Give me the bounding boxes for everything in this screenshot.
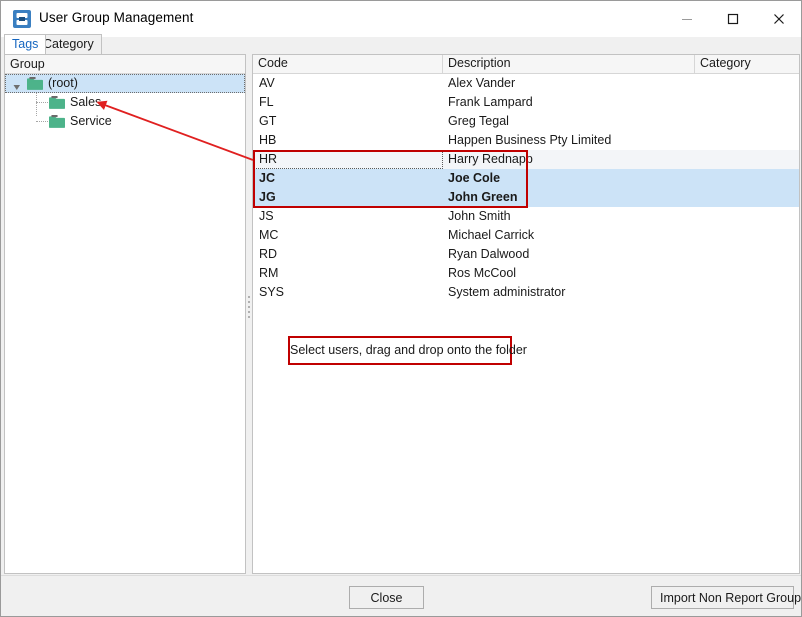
window-title: User Group Management (39, 10, 194, 25)
splitter-grip[interactable] (248, 296, 251, 324)
table-row[interactable]: JG John Green (253, 188, 799, 207)
tree-node-label: Service (70, 114, 112, 128)
tree-node-label: Sales (70, 95, 102, 109)
maximize-icon (727, 13, 739, 24)
folder-icon (27, 77, 43, 90)
column-header-code[interactable]: Code (253, 55, 443, 73)
cell-description: Greg Tegal (448, 114, 509, 128)
tab-tags[interactable]: Tags (4, 34, 47, 54)
table-row[interactable]: FL Frank Lampard (253, 93, 799, 112)
folder-icon (49, 96, 65, 109)
cell-code: RD (259, 247, 278, 261)
table-row[interactable]: SYS System administrator (253, 283, 799, 302)
cell-code: HR (253, 150, 443, 169)
minimize-icon (682, 18, 692, 20)
table-row[interactable]: MC Michael Carrick (253, 226, 799, 245)
title-bar: User Group Management (1, 1, 801, 37)
cell-code: AV (259, 76, 275, 90)
app-icon (13, 10, 31, 28)
table-row[interactable]: HR Harry Rednapp (253, 150, 799, 169)
cell-description: Joe Cole (448, 171, 501, 185)
cell-code: JC (259, 171, 275, 185)
user-group-management-window: User Group Management Tags Category Grou… (0, 0, 802, 617)
grid-header-row: Code Description Category (253, 55, 799, 74)
minimize-button[interactable] (664, 1, 710, 36)
cell-code: FL (259, 95, 274, 109)
cell-description: John Green (448, 190, 518, 204)
table-row[interactable]: RD Ryan Dalwood (253, 245, 799, 264)
column-header-description[interactable]: Description (443, 55, 695, 73)
maximize-button[interactable] (710, 1, 756, 36)
cell-description: Harry Rednapp (448, 152, 533, 166)
table-row[interactable]: AV Alex Vander (253, 74, 799, 93)
table-row[interactable]: GT Greg Tegal (253, 112, 799, 131)
collapse-triangle-icon[interactable] (13, 80, 21, 90)
cell-description: Ros McCool (448, 266, 517, 280)
cell-code: GT (259, 114, 277, 128)
cell-description: Michael Carrick (448, 228, 535, 242)
tab-strip: Tags Category (1, 34, 801, 54)
cell-code: JS (259, 209, 274, 223)
group-tree: (root) Sales Service (5, 74, 245, 131)
close-button[interactable]: Close (349, 586, 424, 609)
tree-node-label: (root) (48, 76, 78, 90)
cell-code: MC (259, 228, 279, 242)
group-column-header[interactable]: Group (5, 55, 245, 74)
table-row[interactable]: JC Joe Cole (253, 169, 799, 188)
table-row[interactable]: HB Happen Business Pty Limited (253, 131, 799, 150)
grid-body: AV Alex Vander FL Frank Lampard GT Greg Tegal… (253, 74, 799, 302)
cell-description: Ryan Dalwood (448, 247, 530, 261)
cell-code: JG (259, 190, 276, 204)
tree-node-root[interactable]: (root) (5, 74, 245, 93)
cell-description: John Smith (448, 209, 511, 223)
close-icon (774, 13, 784, 24)
folder-icon (49, 115, 65, 128)
cell-code: HB (259, 133, 277, 147)
cell-description: Alex Vander (448, 76, 516, 90)
cell-description: System administrator (448, 285, 566, 299)
close-window-button[interactable] (756, 1, 801, 36)
user-list-panel: Code Description Category AV Alex Vander F… (252, 54, 800, 574)
cell-code: SYS (259, 285, 285, 299)
cell-description: Frank Lampard (448, 95, 533, 109)
table-row[interactable]: RM Ros McCool (253, 264, 799, 283)
tree-node-service[interactable]: Service (5, 112, 245, 131)
tree-node-sales[interactable]: Sales (5, 93, 245, 112)
table-row[interactable]: JS John Smith (253, 207, 799, 226)
footer-bar: Close Import Non Report Groups (1, 575, 801, 616)
column-header-category[interactable]: Category (695, 55, 799, 73)
import-non-report-groups-button[interactable]: Import Non Report Groups (651, 586, 801, 609)
cell-code: RM (259, 266, 279, 280)
cell-description: Happen Business Pty Limited (448, 133, 612, 147)
group-tree-panel: Group (root) Sales Service (4, 54, 246, 574)
